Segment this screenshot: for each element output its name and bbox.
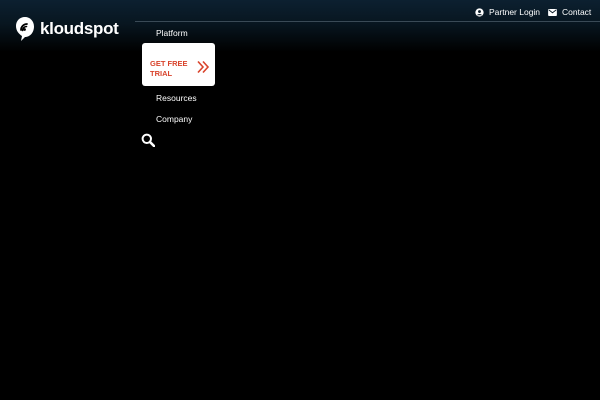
partner-login-label: Partner Login (489, 7, 541, 17)
user-circle-icon (475, 7, 489, 17)
brand-logo[interactable]: kloudspot (15, 16, 119, 42)
search-icon[interactable] (141, 133, 156, 152)
nav-item-platform[interactable]: Platform (156, 28, 188, 38)
envelope-icon (548, 8, 562, 16)
brand-name: kloudspot (40, 19, 119, 38)
nav-item-resources[interactable]: Resources (156, 93, 197, 103)
contact-link[interactable]: Contact (548, 6, 591, 18)
nav-item-company[interactable]: Company (156, 114, 192, 124)
double-chevron-right-icon (196, 60, 210, 79)
contact-label: Contact (562, 7, 592, 17)
header-divider (135, 21, 600, 22)
get-free-trial-label: GET FREE TRIAL (150, 59, 188, 78)
partner-login-link[interactable]: Partner Login (475, 6, 540, 18)
kloudspot-logo-icon (15, 16, 35, 42)
get-free-trial-button[interactable]: GET FREE TRIAL (142, 43, 215, 86)
